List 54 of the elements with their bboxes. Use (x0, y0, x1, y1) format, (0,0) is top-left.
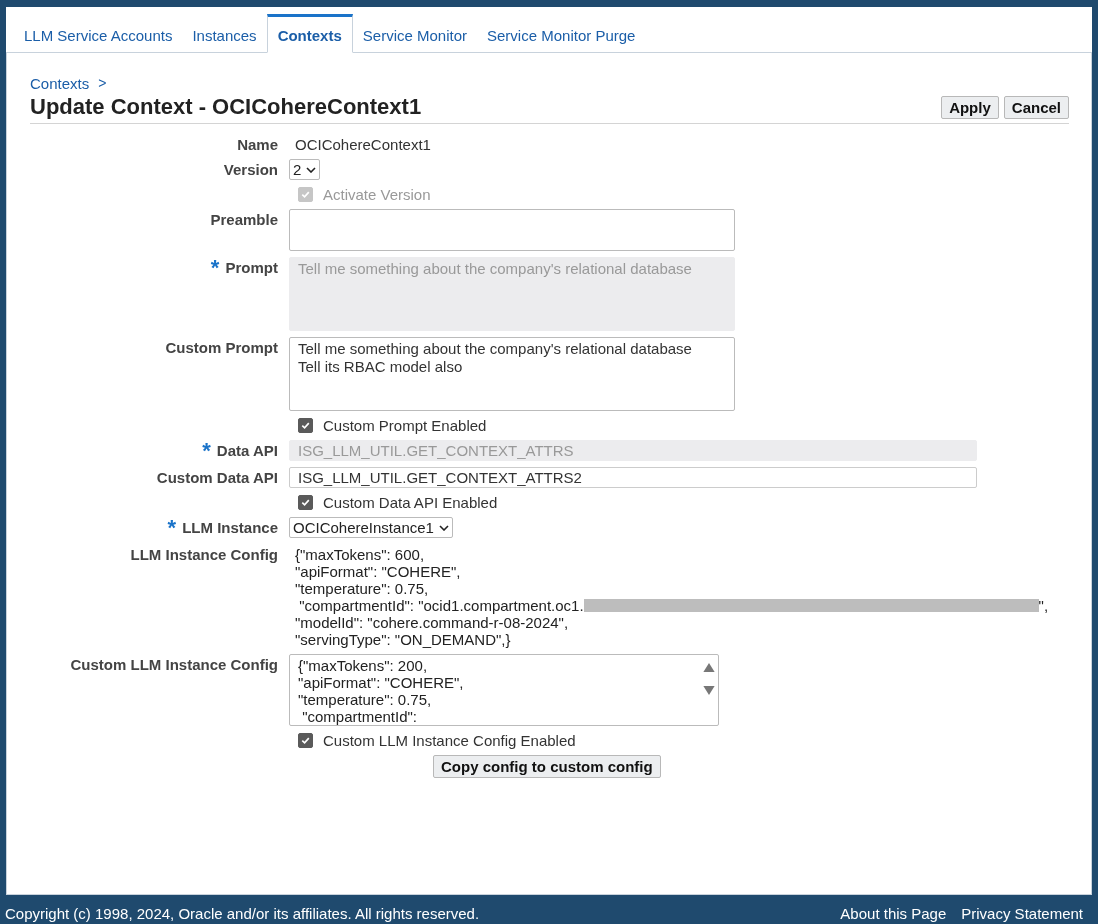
config-text: {"maxTokens": 600, (295, 546, 426, 563)
checkbox[interactable] (298, 418, 313, 433)
check-icon (300, 735, 311, 746)
config-text: ", (1038, 597, 1049, 614)
page-title: Update Context - OCICohereContext1 (30, 94, 422, 120)
tab[interactable]: Service Monitor Purge (477, 14, 646, 52)
field-label: LLM Instance (182, 519, 278, 536)
checkbox-label: Custom LLM Instance Config Enabled (323, 732, 576, 749)
field-label: Name (237, 136, 278, 153)
select-field[interactable]: 2 (289, 159, 321, 180)
field-label: Data API (216, 442, 278, 459)
field-label: Prompt (225, 259, 278, 276)
copyright-text: Copyright (c) 1998, 2024, Oracle and/or its affiliates. All rights reserved. (5, 904, 480, 922)
field-label: Preamble (210, 211, 278, 228)
config-text: "servingType": "ON_DEMAND",} (295, 631, 512, 648)
action-button[interactable]: Apply (941, 96, 999, 119)
text-area[interactable]: Tell me something about the company's relational database Tell its RBAC model also (289, 337, 735, 411)
field-label: Custom Prompt (165, 339, 278, 356)
action-button[interactable]: Cancel (1003, 96, 1069, 119)
required-mark: * (210, 255, 220, 280)
scroll-down-icon[interactable] (703, 686, 715, 695)
required-mark: * (167, 515, 176, 540)
tab[interactable]: LLM Service Accounts (14, 14, 183, 52)
config-text: "apiFormat": "COHERE", (295, 563, 462, 580)
tab[interactable]: Service Monitor (352, 14, 477, 52)
field-label: LLM Instance Config (130, 546, 278, 563)
checkbox[interactable] (298, 733, 313, 748)
checkbox-label: Custom Prompt Enabled (323, 417, 487, 434)
breadcrumb-separator: > (98, 75, 107, 92)
required-mark: * (202, 438, 211, 463)
field-label: Custom LLM Instance Config (70, 656, 278, 673)
config-text: "compartmentId": "ocid1.compartment.oc1. (298, 597, 584, 614)
chevron-down-icon (306, 166, 317, 173)
scroll-up-icon[interactable] (703, 663, 715, 672)
footer-link[interactable]: About this Page (840, 904, 947, 922)
tab[interactable]: Instances (182, 14, 267, 52)
checkbox[interactable] (298, 495, 313, 510)
footer-link[interactable]: Privacy Statement (961, 904, 1083, 922)
chevron-down-icon (438, 524, 449, 531)
checkbox-label: Custom Data API Enabled (323, 494, 498, 511)
config-text: "modelId": "cohere.command-r-08-2024", (295, 614, 570, 631)
check-icon (300, 497, 311, 508)
field-label: Custom Data API (156, 469, 278, 486)
check-icon (300, 420, 311, 431)
copy-config-button[interactable]: Copy config to custom config (433, 755, 661, 778)
checkbox-label: Activate Version (323, 186, 431, 203)
field-value: OCICohereContext1 (294, 135, 431, 153)
breadcrumb-link[interactable]: Contexts (30, 75, 90, 92)
text-field[interactable]: ISG_LLM_UTIL.GET_CONTEXT_ATTRS2 (289, 467, 977, 488)
field-label: Version (223, 161, 278, 178)
text-area[interactable]: {"maxTokens": 200, "apiFormat": "COHERE", "temperature": 0.75, "compartmentId": (289, 654, 719, 726)
config-text: "temperature": 0.75, (295, 580, 430, 597)
select-field[interactable]: OCICohereInstance1 (289, 517, 453, 538)
check-icon (300, 189, 311, 200)
